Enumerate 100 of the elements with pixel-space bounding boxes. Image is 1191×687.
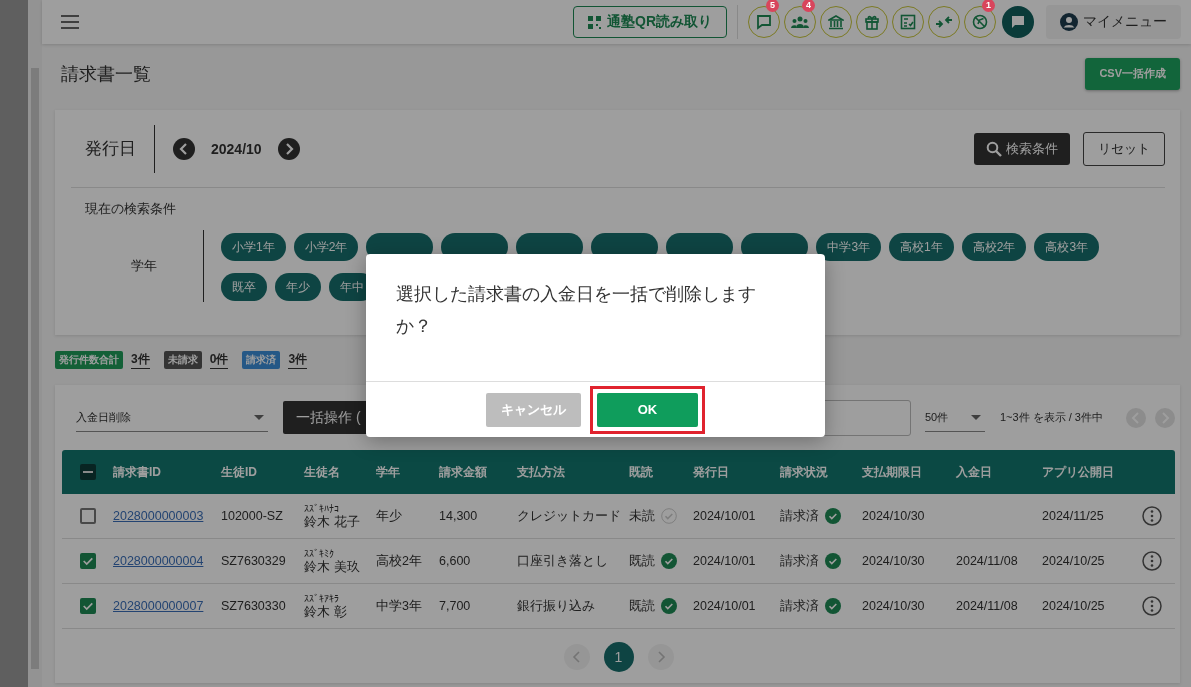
gift-icon xyxy=(864,14,880,30)
grade-chip: 既卒 xyxy=(221,273,267,301)
toolbar-icon-button[interactable] xyxy=(748,6,780,38)
column-header: 請求金額 xyxy=(439,463,488,481)
toolbar-icon-button[interactable] xyxy=(784,6,816,38)
previous-icon[interactable] xyxy=(173,137,195,160)
billing-status: 請求済 xyxy=(780,552,819,570)
due-date: 2024/10/30 xyxy=(862,599,925,613)
arrows-icon xyxy=(935,15,953,29)
qr-scan-button[interactable]: 通塾QR読み取り xyxy=(573,6,727,38)
read-status: 既読 xyxy=(629,552,655,570)
amount-cell: 7,700 xyxy=(439,599,471,613)
student-id: SZ7630330 xyxy=(221,599,286,613)
issue-date: 2024/10/01 xyxy=(693,599,756,613)
grade-chip: 年少 xyxy=(275,273,321,301)
search-icon xyxy=(986,140,1002,157)
row-checkbox[interactable] xyxy=(79,553,96,569)
stat-tag: 発行件数合計 xyxy=(55,351,123,369)
name-reading: ｽｽﾞｷｱｷﾗ xyxy=(304,592,339,604)
grade-cell: 年少 xyxy=(376,507,402,525)
issue-date: 2024/10/01 xyxy=(693,509,756,523)
dialog-message: 選択した請求書の入金日を一括で削除しますか？ xyxy=(395,283,757,338)
student-id: SZ7630329 xyxy=(221,554,286,568)
invoice-id-link[interactable]: 2028000000004 xyxy=(113,554,204,568)
page-title: 請求書一覧 xyxy=(61,62,151,86)
my-menu-button[interactable]: マイメニュー xyxy=(1046,5,1181,39)
amount-cell: 6,600 xyxy=(439,554,471,568)
scrollbar[interactable] xyxy=(28,0,42,687)
date-value: 2024/10 xyxy=(211,140,262,157)
people-icon xyxy=(791,15,809,29)
column-header: 請求状況 xyxy=(780,463,829,481)
stat-tag: 未請求 xyxy=(163,351,202,369)
column-header: 支払期限日 xyxy=(862,463,923,481)
column-header: 入金日 xyxy=(956,463,993,481)
column-header: 既読 xyxy=(629,463,654,481)
current-conditions-label: 現在の検索条件 xyxy=(85,200,177,218)
toolbar-icon-button[interactable] xyxy=(856,6,888,38)
grade-chip: 小学1年 xyxy=(221,233,286,261)
search-conditions-button[interactable]: 検索条件 xyxy=(974,132,1070,165)
read-status: 既読 xyxy=(629,597,655,615)
page-size-select[interactable]: 50件 xyxy=(925,403,985,432)
column-header: 学年 xyxy=(376,463,401,481)
payment-method: 口座引き落とし xyxy=(517,552,608,570)
toolbar-icon-button[interactable] xyxy=(964,6,996,38)
qr-icon xyxy=(588,15,601,29)
more-icon[interactable] xyxy=(1142,596,1162,616)
notification-badge: 4 xyxy=(802,0,815,12)
due-date: 2024/10/30 xyxy=(862,554,925,568)
crossed-circle-icon xyxy=(972,14,988,30)
chat-button[interactable] xyxy=(1002,6,1034,38)
toolbar-icon-button[interactable] xyxy=(892,6,924,38)
publish-date: 2024/11/25 xyxy=(1042,509,1104,523)
student-id: 102000-SZ xyxy=(221,509,283,523)
amount-cell: 14,300 xyxy=(439,509,478,523)
ok-button[interactable]: OK xyxy=(597,392,698,427)
user-icon xyxy=(1060,13,1078,31)
publish-date: 2024/10/25 xyxy=(1042,554,1105,568)
invoice-id-link[interactable]: 2028000000003 xyxy=(113,509,204,523)
billing-status: 請求済 xyxy=(780,507,819,525)
due-date: 2024/10/30 xyxy=(862,509,925,523)
dropdown-icon xyxy=(971,414,981,420)
payment-date: 2024/11/08 xyxy=(956,554,1018,568)
grade-chip: 高校1年 xyxy=(889,233,954,261)
select-all-checkbox[interactable] xyxy=(79,464,96,480)
notification-badge: 1 xyxy=(982,0,995,12)
toolbar-icon-button[interactable] xyxy=(928,6,960,38)
name-reading: ｽｽﾞｷﾊﾅｺ xyxy=(304,502,339,514)
stat-count: 3件 xyxy=(131,351,150,369)
date-label: 発行日 xyxy=(85,138,136,160)
stat-tag: 請求済 xyxy=(242,351,281,369)
action-select[interactable]: 入金日削除 xyxy=(76,403,268,432)
range-text: 1~3件 を表示 / 3件中 xyxy=(1000,410,1103,425)
student-name: 鈴木 美玖 xyxy=(304,558,360,575)
chat-icon xyxy=(756,14,772,30)
grade-cell: 高校2年 xyxy=(376,552,422,570)
billing-status: 請求済 xyxy=(780,597,819,615)
csv-create-button[interactable]: CSV一括作成 xyxy=(1085,57,1180,90)
row-checkbox[interactable] xyxy=(79,598,96,614)
column-header: 生徒ID xyxy=(221,463,258,481)
publish-date: 2024/10/25 xyxy=(1042,599,1105,613)
student-name: 鈴木 彰 xyxy=(304,603,347,620)
row-checkbox[interactable] xyxy=(79,508,96,524)
grade-label: 学年 xyxy=(130,257,158,275)
invoice-id-link[interactable]: 2028000000007 xyxy=(113,599,204,613)
payment-date: 2024/11/08 xyxy=(956,599,1018,613)
issue-date: 2024/10/01 xyxy=(693,554,756,568)
page-button[interactable]: 1 xyxy=(603,641,634,672)
read-status: 未読 xyxy=(629,507,655,525)
menu-icon[interactable] xyxy=(61,15,79,29)
column-header: 発行日 xyxy=(693,463,730,481)
more-icon[interactable] xyxy=(1142,551,1162,571)
grade-chip: 高校2年 xyxy=(961,233,1027,261)
next-icon[interactable] xyxy=(277,137,300,160)
column-header: アプリ公開日 xyxy=(1042,463,1115,481)
reset-button[interactable]: リセット xyxy=(1083,131,1165,166)
toolbar-icon-button[interactable] xyxy=(820,6,852,38)
bank-icon xyxy=(828,14,844,30)
grade-cell: 中学3年 xyxy=(376,597,422,615)
more-icon[interactable] xyxy=(1142,506,1162,526)
payment-method: 銀行振り込み xyxy=(517,597,595,615)
